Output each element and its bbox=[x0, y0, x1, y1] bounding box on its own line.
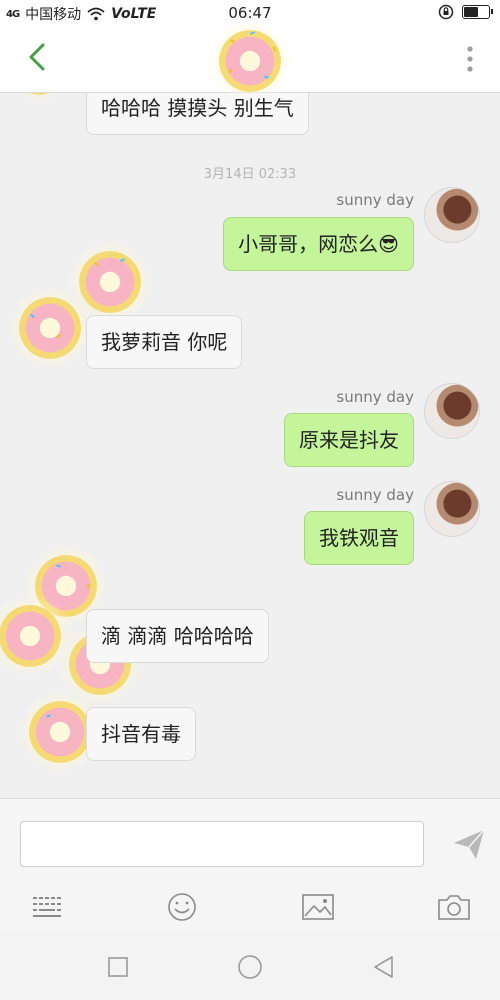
contact-avatar[interactable] bbox=[0, 93, 84, 105]
message-input[interactable] bbox=[20, 821, 424, 867]
my-avatar[interactable] bbox=[424, 187, 480, 243]
message-timestamp: 3月14日 02:33 bbox=[203, 167, 297, 182]
input-bar bbox=[0, 798, 500, 934]
my-avatar[interactable] bbox=[424, 481, 480, 537]
home-icon[interactable] bbox=[236, 953, 264, 981]
keyboard-icon[interactable] bbox=[29, 891, 65, 923]
sender-nickname: sunny day bbox=[336, 486, 414, 504]
rotation-lock-icon bbox=[438, 4, 454, 20]
chevron-left-icon[interactable] bbox=[22, 40, 56, 74]
more-vertical-icon[interactable] bbox=[462, 44, 478, 74]
camera-icon[interactable] bbox=[436, 891, 472, 923]
sender-nickname: sunny day bbox=[336, 191, 414, 209]
contact-avatar[interactable] bbox=[190, 18, 310, 104]
message-bubble-incoming[interactable]: 哈哈哈 摸摸头 别生气 bbox=[86, 93, 309, 135]
send-icon[interactable] bbox=[452, 827, 486, 861]
battery-icon bbox=[462, 5, 493, 19]
image-icon[interactable] bbox=[300, 891, 336, 923]
status-right bbox=[438, 4, 493, 20]
message-bubble-incoming[interactable]: 抖音有毒 bbox=[86, 707, 196, 761]
system-nav-bar bbox=[0, 933, 500, 1000]
message-bubble-outgoing[interactable]: 原来是抖友 bbox=[284, 413, 414, 467]
chat-header bbox=[0, 18, 500, 104]
message-bubble-outgoing[interactable]: 我铁观音 bbox=[304, 511, 414, 565]
message-bubble-outgoing[interactable]: 小哥哥，网恋么😎 bbox=[223, 217, 414, 271]
recent-apps-icon[interactable] bbox=[104, 953, 132, 981]
chat-area[interactable]: 哈哈哈 摸摸头 别生气 3月14日 02:33 sunny day 小哥哥，网恋… bbox=[0, 93, 500, 798]
sender-nickname: sunny day bbox=[336, 388, 414, 406]
emoji-icon[interactable] bbox=[164, 891, 200, 923]
my-avatar[interactable] bbox=[424, 383, 480, 439]
message-bubble-incoming[interactable]: 我萝莉音 你呢 bbox=[86, 315, 243, 369]
message-bubble-incoming[interactable]: 滴 滴滴 哈哈哈哈 bbox=[86, 609, 269, 663]
back-icon[interactable] bbox=[370, 953, 398, 981]
